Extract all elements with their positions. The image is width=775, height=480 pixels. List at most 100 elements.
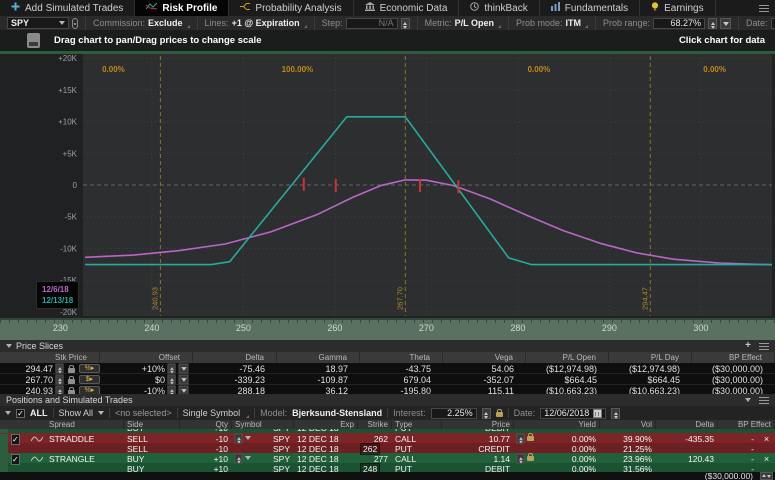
offset-mode-badge[interactable]: %▸ bbox=[79, 364, 100, 373]
chevron-down-icon[interactable] bbox=[245, 436, 251, 443]
show-all-dropdown[interactable]: Show All bbox=[59, 408, 94, 418]
type-value[interactable]: PUT bbox=[392, 429, 442, 433]
stk-price-stepper[interactable] bbox=[55, 363, 64, 374]
type-value[interactable]: CALL bbox=[392, 434, 442, 444]
metric-group[interactable]: Metric: P/L Open bbox=[418, 16, 509, 30]
tab-earnings[interactable]: Earnings bbox=[640, 0, 716, 16]
price-slices-column-headers: Stk Price Offset Delta Gamma Theta Vega P/L Op… bbox=[0, 352, 775, 363]
chart-thumbnail-icon[interactable] bbox=[27, 33, 40, 48]
column-header: Stk Price bbox=[0, 352, 100, 363]
group-color-strip bbox=[0, 429, 8, 433]
tab-risk-profile[interactable]: Risk Profile bbox=[135, 0, 230, 16]
calendar-icon[interactable] bbox=[593, 408, 603, 418]
prob-mode-group[interactable]: Prob mode: ITM bbox=[509, 16, 596, 30]
qty-stepper[interactable] bbox=[234, 433, 243, 444]
qty-stepper[interactable] bbox=[234, 453, 243, 464]
position-leg-row[interactable]: STRANGLE BUY +10 SPY 12 DEC 18 277 CALL1.14 0.0… bbox=[0, 453, 775, 465]
stk-price-value: 267.70 bbox=[25, 374, 53, 385]
leg-checkbox[interactable] bbox=[11, 433, 20, 445]
offset-stepper[interactable] bbox=[167, 363, 176, 374]
prob-mode-value[interactable]: ITM bbox=[566, 18, 582, 28]
link-icon[interactable] bbox=[72, 17, 78, 29]
price-value[interactable]: 1.14 bbox=[442, 454, 514, 464]
symbol-mode-dropdown[interactable]: Single Symbol bbox=[183, 408, 241, 418]
side-value[interactable]: SELL bbox=[124, 434, 180, 444]
offset-dropdown[interactable] bbox=[178, 363, 189, 374]
selected-dropdown[interactable]: <no selected> bbox=[115, 408, 172, 418]
offset-mode-badge[interactable]: $▸ bbox=[79, 375, 100, 384]
position-leg-row[interactable]: STRADDLE SELL -10 SPY 12 DEC 18 262 CALL10.77 0… bbox=[0, 433, 775, 445]
price-stepper[interactable] bbox=[516, 453, 525, 464]
positions-filter-bar: ALL Show All <no selected> Single Symbol… bbox=[0, 406, 775, 420]
collapse-arrow-icon[interactable] bbox=[5, 411, 11, 418]
collapse-arrow-icon[interactable] bbox=[745, 398, 751, 405]
price-value[interactable]: DEBIT bbox=[442, 429, 514, 433]
lines-group[interactable]: Lines: +1 @ Expiration bbox=[198, 16, 315, 30]
offset-dropdown[interactable] bbox=[178, 374, 189, 385]
all-checkbox[interactable] bbox=[16, 408, 25, 418]
curve-icon bbox=[28, 455, 46, 463]
stk-price-stepper[interactable] bbox=[55, 374, 64, 385]
lines-value[interactable]: +1 @ Expiration bbox=[232, 18, 300, 28]
tab-fundamentals[interactable]: Fundamentals bbox=[540, 0, 641, 16]
price-value[interactable]: 10.77 bbox=[442, 434, 514, 444]
prob-range-dropdown[interactable] bbox=[720, 17, 732, 29]
type-value[interactable]: CALL bbox=[392, 454, 442, 464]
lock-icon[interactable] bbox=[527, 453, 534, 461]
positions-date-stepper[interactable] bbox=[611, 407, 621, 419]
tab-economic-data[interactable]: Economic Data bbox=[354, 0, 460, 16]
commission-group[interactable]: Commission: Exclude bbox=[86, 16, 198, 30]
lines-label: Lines: bbox=[204, 18, 229, 28]
prob-range-input[interactable]: 68.27% bbox=[653, 17, 706, 29]
model-value[interactable]: Bjerksund-Stensland bbox=[292, 408, 382, 418]
interest-stepper[interactable] bbox=[481, 407, 491, 419]
toolbar-menu[interactable] bbox=[759, 0, 775, 16]
y-axis-label: +10K bbox=[58, 118, 78, 127]
exp-value: 12 DEC 18 bbox=[297, 444, 339, 454]
lock-icon[interactable] bbox=[495, 409, 503, 417]
hamburger-icon[interactable] bbox=[759, 396, 769, 404]
price-stepper[interactable] bbox=[516, 433, 525, 444]
tab-probability-analysis[interactable]: Probability Analysis bbox=[229, 0, 354, 16]
price-slice-row[interactable]: 267.70 $▸ $0 -339.23 -109.87 679.04 -352.07 $66… bbox=[0, 374, 775, 385]
step-stepper[interactable] bbox=[400, 17, 410, 29]
price-slice-row[interactable]: 294.47 %▸ +10% -75.46 18.97 -43.75 54.06 ($12,9… bbox=[0, 363, 775, 374]
side-value[interactable]: BUY bbox=[124, 454, 180, 464]
step-input[interactable]: N/A bbox=[345, 17, 398, 29]
date-group: Date: 12/06/2018 bbox=[739, 16, 775, 30]
metric-value[interactable]: P/L Open bbox=[455, 18, 494, 28]
side-value[interactable]: SELL bbox=[124, 444, 180, 454]
add-slice-icon[interactable]: + bbox=[745, 341, 751, 351]
hamburger-icon[interactable] bbox=[759, 342, 769, 350]
scrollbar-stepper[interactable] bbox=[760, 472, 773, 480]
lock-icon[interactable] bbox=[527, 433, 534, 441]
commission-value[interactable]: Exclude bbox=[148, 18, 183, 28]
chart-canvas[interactable]: +20K+15K+10K+5K0-5K-10K-15K-20K240.93267… bbox=[0, 54, 775, 318]
remove-leg-button[interactable]: × bbox=[758, 434, 775, 444]
tab-thinkback[interactable]: thinkBack bbox=[459, 0, 540, 16]
hamburger-icon[interactable] bbox=[759, 4, 769, 12]
position-leg-row[interactable]: SELL -10 SPY 12 DEC 18 262 PUT CREDIT 0.00% 21.2… bbox=[0, 443, 775, 455]
collapse-arrow-icon[interactable] bbox=[6, 344, 12, 351]
prob-mode-label: Prob mode: bbox=[515, 18, 563, 28]
positions-date-input[interactable]: 12/06/2018 bbox=[540, 407, 607, 419]
lock-icon[interactable] bbox=[68, 375, 75, 384]
tab-add-simulated-trades[interactable]: Add Simulated Trades bbox=[0, 0, 136, 16]
interest-input[interactable]: 2.25% bbox=[430, 407, 477, 419]
x-axis-strip[interactable]: 230 240 250 260 270 280 290 300 bbox=[0, 318, 775, 340]
lock-icon[interactable] bbox=[68, 364, 75, 373]
divider bbox=[109, 408, 111, 418]
remove-leg-button[interactable]: × bbox=[758, 454, 775, 464]
prob-range-stepper[interactable] bbox=[708, 17, 718, 29]
chart-hint-left: Drag chart to pan/Drag prices to change … bbox=[54, 35, 262, 46]
all-label: ALL bbox=[30, 408, 48, 418]
chevron-down-icon[interactable] bbox=[245, 456, 251, 463]
offset-stepper[interactable] bbox=[167, 374, 176, 385]
risk-profile-chart[interactable]: +20K+15K+10K+5K0-5K-10K-15K-20K240.93267… bbox=[0, 54, 775, 318]
type-value[interactable]: PUT bbox=[392, 444, 442, 454]
symbol-select[interactable]: SPY bbox=[7, 17, 69, 29]
side-value[interactable]: BUY bbox=[124, 429, 180, 433]
price-value[interactable]: CREDIT bbox=[442, 444, 514, 454]
leg-checkbox[interactable] bbox=[11, 453, 20, 465]
date-input[interactable]: 12/06/2018 bbox=[770, 17, 775, 29]
